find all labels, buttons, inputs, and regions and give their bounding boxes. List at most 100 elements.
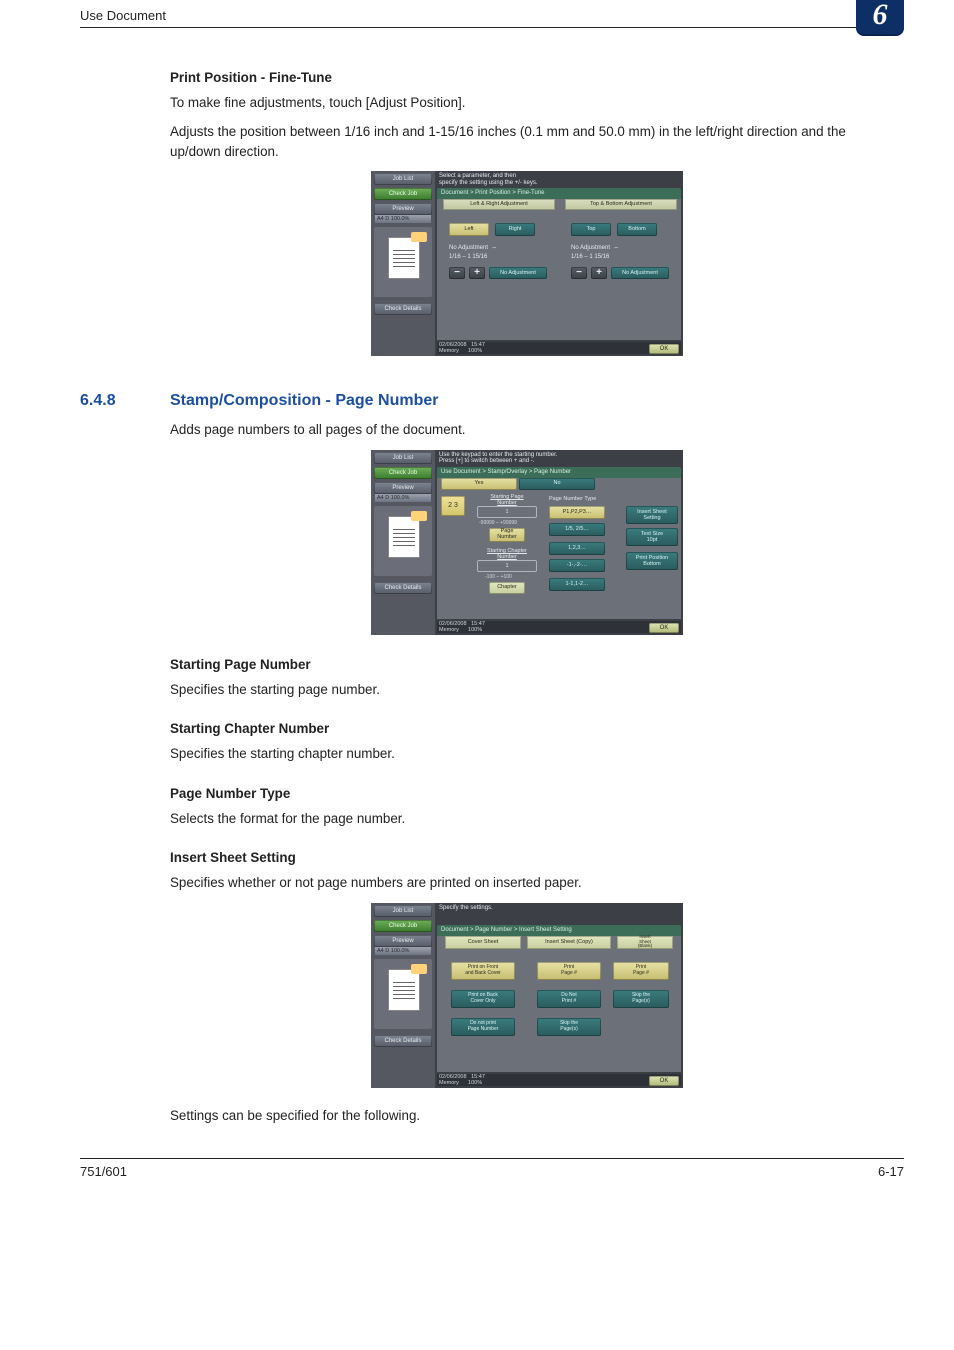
- starting-page-value: 1: [477, 506, 537, 518]
- fine-tune-p2: Adjusts the position between 1/16 inch a…: [170, 122, 884, 161]
- lr-minus-button[interactable]: −: [449, 267, 465, 279]
- check-job-button[interactable]: Check Job: [374, 188, 432, 200]
- preview-size-label: A4 D 100.0%: [375, 494, 431, 502]
- page-number-button[interactable]: Page Number: [489, 528, 525, 542]
- preview-size-label: A4 D 100.0%: [375, 947, 431, 955]
- trailing-paragraph: Settings can be specified for the follow…: [170, 1106, 884, 1125]
- heading-scn: Starting Chapter Number: [170, 721, 884, 736]
- instruction-text: Specify the settings.: [439, 905, 681, 919]
- yes-tab[interactable]: Yes: [441, 478, 517, 490]
- footer-right: 6-17: [878, 1164, 904, 1179]
- heading-pnt: Page Number Type: [170, 786, 884, 801]
- preview-button[interactable]: Preview: [374, 203, 432, 215]
- ok-button[interactable]: OK: [649, 1076, 679, 1086]
- body-spn: Specifies the starting page number.: [170, 680, 884, 699]
- page-header-left: Use Document: [80, 8, 166, 23]
- check-details-button[interactable]: Check Details: [374, 1035, 432, 1047]
- breadcrumb: Document > Print Position > Fine-Tune: [437, 188, 681, 199]
- section-title: Stamp/Composition - Page Number: [170, 392, 438, 410]
- cover-no-print-button[interactable]: Do not print Page Number: [451, 1018, 515, 1036]
- bottom-button[interactable]: Bottom: [617, 223, 657, 236]
- page-number-type-label: Page Number Type: [549, 496, 596, 502]
- cover-print-both-button[interactable]: Print on Front and Back Cover: [451, 962, 515, 980]
- pnt-option-4[interactable]: -1-,-2-…: [549, 559, 605, 572]
- check-job-button[interactable]: Check Job: [374, 467, 432, 479]
- tb-plus-button[interactable]: +: [591, 267, 607, 279]
- left-right-header: Left & Right Adjustment: [443, 199, 555, 210]
- tb-minus-button[interactable]: −: [571, 267, 587, 279]
- status-bar: 02/06/2008 15:47 Memory 100%: [437, 342, 681, 354]
- top-button[interactable]: Top: [571, 223, 611, 236]
- heading-iss: Insert Sheet Setting: [170, 850, 884, 865]
- section-lead: Adds page numbers to all pages of the do…: [170, 420, 884, 439]
- starting-page-range: -99999 – +99999: [479, 520, 517, 526]
- print-position-button[interactable]: Print Position Bottom: [626, 552, 678, 570]
- heading-spn: Starting Page Number: [170, 657, 884, 672]
- breadcrumb: Use Document > Stamp/Overlay > Page Numb…: [437, 467, 681, 478]
- top-bottom-header: Top & Bottom Adjustment: [565, 199, 677, 210]
- preview-thumbnail: [388, 237, 420, 279]
- ok-button[interactable]: OK: [649, 623, 679, 633]
- chapter-badge: 6: [856, 0, 904, 36]
- body-pnt: Selects the format for the page number.: [170, 809, 884, 828]
- preview-thumbnail: [388, 969, 420, 1011]
- cover-sheet-header: Cover Sheet: [445, 936, 521, 949]
- copy-skip-button[interactable]: Skip the Page(s): [537, 1018, 601, 1036]
- cover-print-back-button[interactable]: Print on Back Cover Only: [451, 990, 515, 1008]
- section-number: 6.4.8: [80, 392, 170, 410]
- starting-page-label: Starting Page Number: [477, 494, 537, 506]
- tb-arrows-icon: ⇔: [613, 245, 619, 251]
- lr-no-adjustment-button[interactable]: No Adjustment: [489, 267, 547, 279]
- preview-thumbnail: [388, 516, 420, 558]
- pnt-option-1[interactable]: P1,P2,P3…: [549, 506, 605, 519]
- starting-chapter-value: 1: [477, 560, 537, 572]
- heading-fine-tune: Print Position - Fine-Tune: [170, 70, 884, 85]
- blank-print-button[interactable]: Print Page #: [613, 962, 669, 980]
- footer-left: 751/601: [80, 1164, 127, 1179]
- pnt-option-3[interactable]: 1,2,3…: [549, 542, 605, 555]
- instruction-text: Use the keypad to enter the starting num…: [439, 452, 681, 466]
- copy-print-button[interactable]: Print Page #: [537, 962, 601, 980]
- check-job-button[interactable]: Check Job: [374, 920, 432, 932]
- tb-no-adjustment-button[interactable]: No Adjustment: [611, 267, 669, 279]
- text-size-button[interactable]: Text Size 10pt: [626, 528, 678, 546]
- job-list-tab[interactable]: Job List: [374, 905, 432, 917]
- lr-plus-button[interactable]: +: [469, 267, 485, 279]
- starting-chapter-label: Starting Chapter Number: [477, 548, 537, 560]
- right-button[interactable]: Right: [495, 223, 535, 236]
- chapter-button[interactable]: Chapter: [489, 582, 525, 594]
- preview-button[interactable]: Preview: [374, 935, 432, 947]
- ok-button[interactable]: OK: [649, 344, 679, 354]
- instruction-text: Select a parameter, and then specify the…: [439, 173, 681, 187]
- tb-no-adjustment-label: No Adjustment ⇔: [571, 245, 619, 251]
- insert-sheet-setting-button[interactable]: Insert Sheet Setting: [626, 506, 678, 524]
- screenshot-page-number: Job List Check Job Preview A4 D 100.0% C…: [170, 450, 884, 635]
- body-scn: Specifies the starting chapter number.: [170, 744, 884, 763]
- blank-skip-button[interactable]: Skip the Page(s): [613, 990, 669, 1008]
- keypad-icon: 2 3: [441, 496, 465, 516]
- status-bar: 02/06/2008 15:47 Memory 100%: [437, 621, 681, 633]
- preview-size-label: A4 D 100.0%: [375, 215, 431, 223]
- left-button[interactable]: Left: [449, 223, 489, 236]
- fine-tune-p1: To make fine adjustments, touch [Adjust …: [170, 93, 884, 112]
- job-list-tab[interactable]: Job List: [374, 452, 432, 464]
- pnt-option-2[interactable]: 1/5, 2/5…: [549, 523, 605, 536]
- preview-button[interactable]: Preview: [374, 482, 432, 494]
- body-iss: Specifies whether or not page numbers ar…: [170, 873, 884, 892]
- lr-range-label: 1/16 – 1 15/16: [449, 254, 487, 260]
- screenshot-fine-tune: Job List Check Job Preview A4 D 100.0% C…: [170, 171, 884, 356]
- footer-rule: [80, 1158, 904, 1159]
- check-details-button[interactable]: Check Details: [374, 303, 432, 315]
- copy-no-print-button[interactable]: Do Not Print #: [537, 990, 601, 1008]
- starting-chapter-range: -100 – +100: [485, 574, 512, 580]
- status-bar: 02/06/2008 15:47 Memory 100%: [437, 1074, 681, 1086]
- tb-range-label: 1/16 – 1 15/16: [571, 254, 609, 260]
- no-tab[interactable]: No: [519, 478, 595, 490]
- insert-sheet-copy-header: Insert Sheet (Copy): [527, 936, 611, 949]
- screenshot-insert-sheet: Job List Check Job Preview A4 D 100.0% C…: [170, 903, 884, 1088]
- check-details-button[interactable]: Check Details: [374, 582, 432, 594]
- job-list-tab[interactable]: Job List: [374, 173, 432, 185]
- lr-arrows-icon: ⇔: [491, 245, 497, 251]
- pnt-option-5[interactable]: 1-1,1-2…: [549, 578, 605, 591]
- insert-sheet-blank-header: Insert Sheet (Blank): [617, 936, 673, 949]
